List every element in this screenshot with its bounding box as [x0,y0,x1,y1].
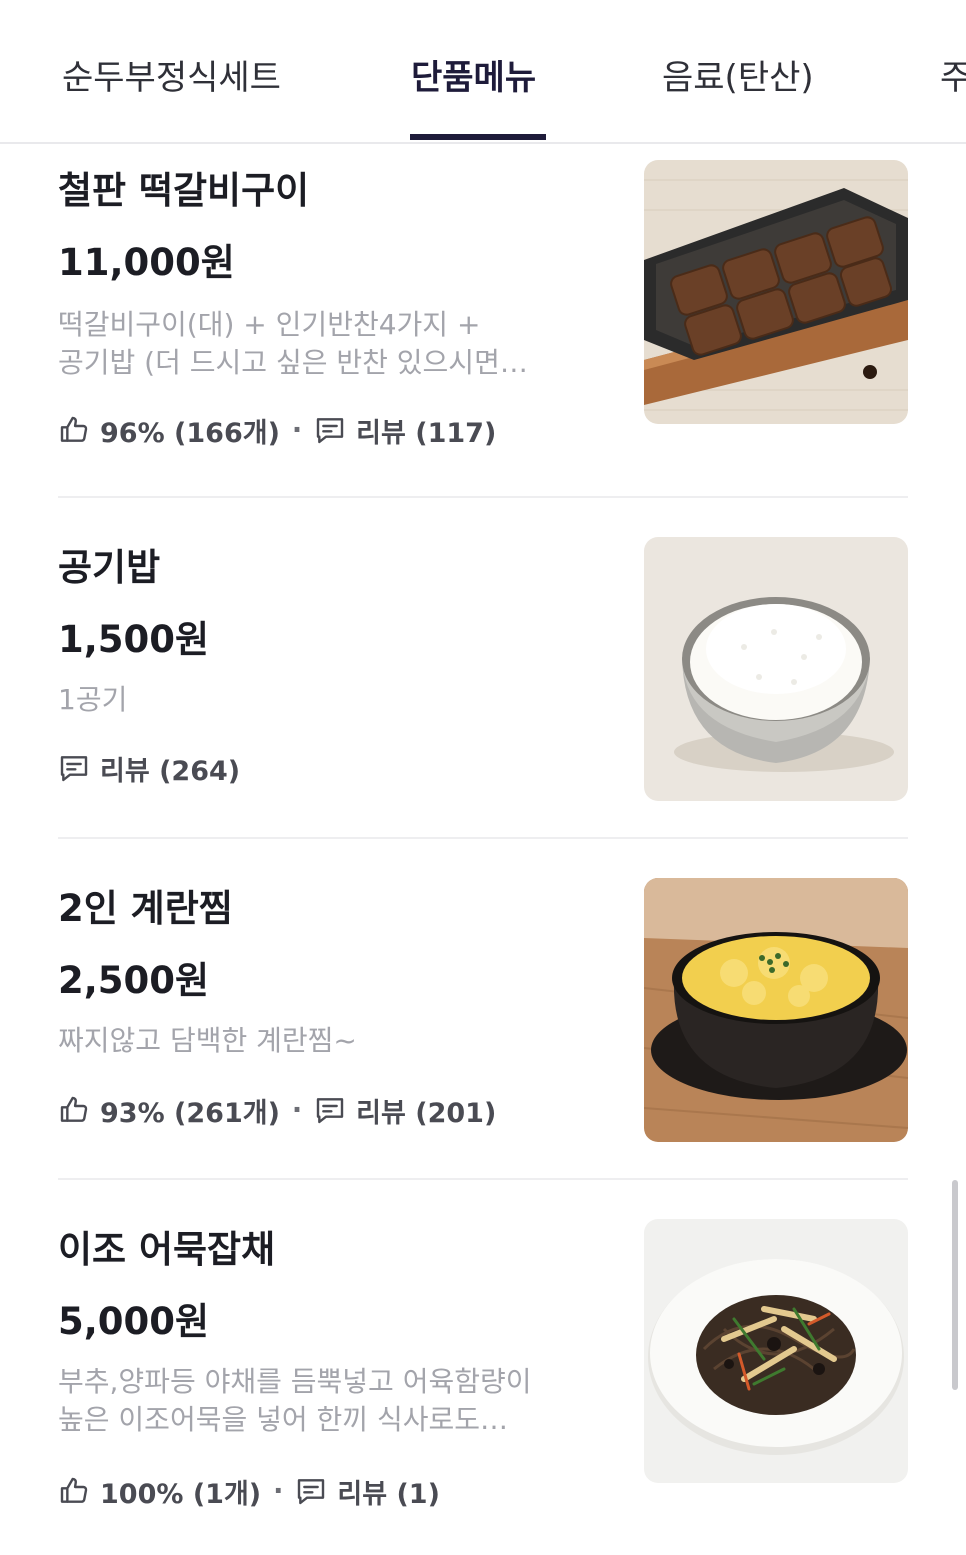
menu-item-description: 부추,양파등 야채를 듬뿍넣고 어육함량이 높은 이조어묵을 넣어 한끼 식사로… [58,1363,598,1439]
description-line: 높은 이조어묵을 넣어 한끼 식사로도… [58,1403,509,1436]
review-text[interactable]: 리뷰 (201) [356,1091,496,1130]
tab-single-menu[interactable]: 단품메뉴 [411,50,536,99]
menu-item-name: 이조 어묵잡채 [58,1228,276,1271]
item-divider [58,496,908,498]
chat-bubble-icon [60,756,88,782]
menu-item-description: 떡갈비구이(대) + 인기반찬4가지 + 공기밥 (더 드시고 싶은 반찬 있으… [58,306,598,382]
vertical-scrollbar[interactable] [952,1180,958,1390]
menu-item-meta: 93% (261개) · 리뷰 (201) [58,1090,496,1130]
like-text: 93% (261개) [100,1097,280,1129]
review-link[interactable]: 리뷰 (1) [295,1472,440,1511]
thumbs-up-icon [60,1096,88,1122]
menu-item-meta: 96% (166개) · 리뷰 (117) [58,410,496,450]
menu-item-description: 짜지않고 담백한 계란찜~ [58,1022,598,1060]
like-stat: 93% (261개) [58,1091,280,1130]
review-link[interactable]: 리뷰 (264) [58,749,240,788]
menu-item-price: 2,500원 [58,959,210,1002]
food-image [644,160,908,424]
menu-item-tteokgalbi[interactable]: 철판 떡갈비구이 11,000원 떡갈비구이(대) + 인기반찬4가지 + 공기… [58,160,908,480]
menu-item-meta: 100% (1개) · 리뷰 (1) [58,1471,440,1511]
tab-next-truncated[interactable]: 주 [940,50,966,99]
review-link[interactable]: 리뷰 (117) [314,411,496,450]
menu-item-price: 5,000원 [58,1300,210,1343]
like-stat: 100% (1개) [58,1472,261,1511]
grilled-tteokgalbi-photo[interactable] [644,160,908,424]
rice-bowl-photo[interactable] [644,537,908,801]
tab-drinks[interactable]: 음료(탄산) [662,50,814,99]
description-line: 1공기 [58,683,128,716]
food-image [644,537,908,801]
menu-item-description: 1공기 [58,681,598,719]
tab-sundubu-set[interactable]: 순두부정식세트 [62,50,281,99]
meta-separator: · [291,1094,303,1126]
like-text: 96% (166개) [100,417,280,449]
menu-item-price: 11,000원 [58,241,235,284]
menu-item-name: 2인 계란찜 [58,887,233,930]
description-line: 공기밥 (더 드시고 싶은 반찬 있으시면… [58,346,528,379]
chat-bubble-icon [316,1098,344,1124]
menu-item-price: 1,500원 [58,618,210,661]
review-text[interactable]: 리뷰 (117) [356,411,496,450]
thumbs-up-icon [60,1477,88,1503]
item-divider [58,837,908,839]
like-text: 100% (1개) [100,1478,262,1510]
fishcake-japchae-photo[interactable] [644,1219,908,1483]
chat-bubble-icon [316,418,344,444]
description-line: 부추,양파등 야채를 듬뿍넣고 어육함량이 [58,1365,532,1398]
meta-separator: · [273,1475,284,1507]
thumbs-up-icon [60,416,88,442]
category-tab-bar: 순두부정식세트 단품메뉴 음료(탄산) 주 [0,0,966,144]
item-divider [58,1178,908,1180]
chat-bubble-icon [298,1479,325,1505]
menu-item-name: 철판 떡갈비구이 [58,169,310,212]
like-stat: 96% (166개) [58,411,280,450]
review-link[interactable]: 리뷰 (201) [314,1091,496,1130]
menu-item-rice[interactable]: 공기밥 1,500원 1공기 리뷰 (264) [58,537,908,817]
review-text[interactable]: 리뷰 (1) [337,1472,440,1511]
food-image [644,1219,908,1483]
steamed-egg-photo[interactable] [644,878,908,1142]
menu-item-steamed-egg[interactable]: 2인 계란찜 2,500원 짜지않고 담백한 계란찜~ 93% (261개) ·… [58,878,908,1158]
meta-separator: · [291,414,303,446]
review-text[interactable]: 리뷰 (264) [100,749,240,788]
menu-item-fishcake-japchae[interactable]: 이조 어묵잡채 5,000원 부추,양파등 야채를 듬뿍넣고 어육함량이 높은 … [58,1219,908,1539]
menu-item-name: 공기밥 [58,546,161,589]
active-tab-indicator [410,134,546,140]
description-line: 짜지않고 담백한 계란찜~ [58,1024,357,1057]
menu-item-meta: 리뷰 (264) [58,748,240,788]
description-line: 떡갈비구이(대) + 인기반찬4가지 + [58,308,481,341]
food-image [644,878,908,1142]
